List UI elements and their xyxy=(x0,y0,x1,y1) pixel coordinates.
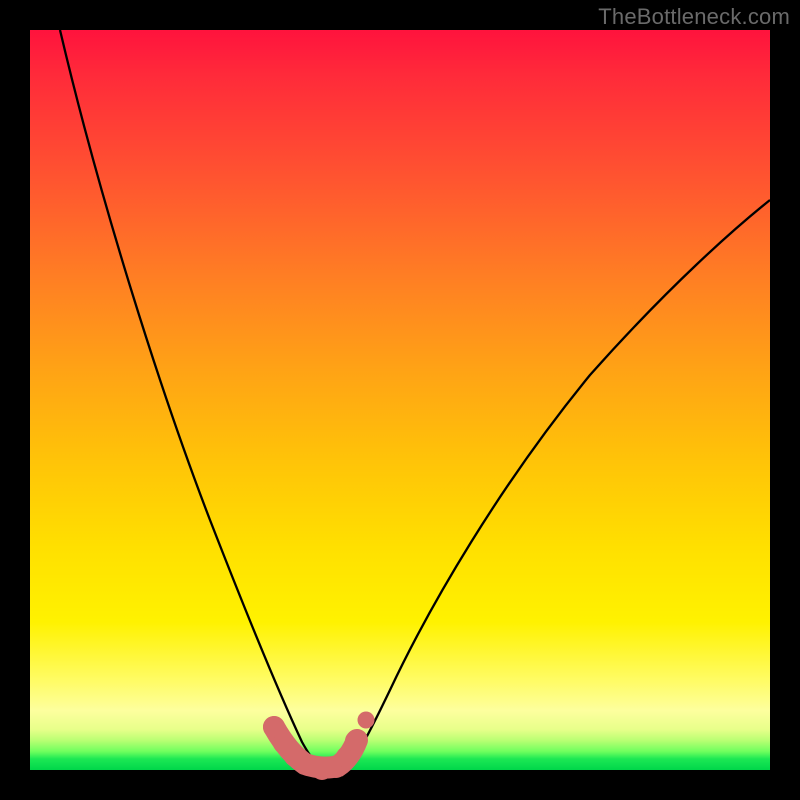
curve-left xyxy=(60,30,328,770)
watermark-text: TheBottleneck.com xyxy=(598,4,790,30)
marker-dot-lone xyxy=(358,712,375,729)
chart-frame: TheBottleneck.com xyxy=(0,0,800,800)
curve-overlay xyxy=(30,30,770,770)
marker-dot xyxy=(345,730,367,752)
curve-right xyxy=(346,200,770,770)
